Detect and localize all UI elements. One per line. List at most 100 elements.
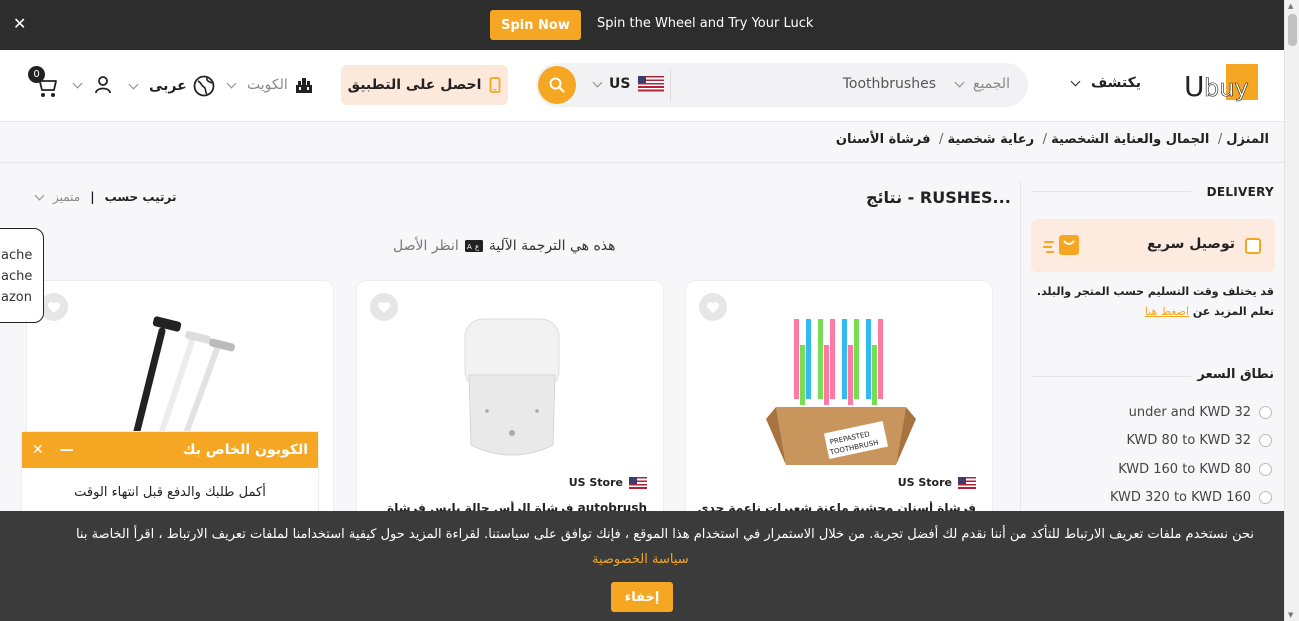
chevron-down-icon [226, 78, 237, 88]
side-popup-line: azon [1, 290, 32, 305]
scrollbar-thumb[interactable] [1288, 14, 1297, 46]
coupon-title: الكوبون الخاص بك [182, 442, 308, 458]
price-radio[interactable] [1259, 434, 1272, 447]
fast-delivery-icon [1043, 235, 1079, 255]
cookie-text: نحن نستخدم ملفات تعريف الارتباط للتأكد م… [75, 527, 1254, 542]
us-flag-icon [629, 476, 647, 489]
breadcrumb-divider [0, 162, 1284, 163]
spin-text: Spin the Wheel and Try Your Luck [597, 16, 814, 31]
price-option[interactable]: KWD 320 to KWD 160 [1110, 490, 1272, 505]
cart-button[interactable]: 0 [28, 66, 60, 100]
price-option-label: KWD 80 to KWD 32 [1126, 433, 1251, 448]
search-category-selector[interactable]: الجميع [954, 76, 1010, 92]
ubuy-logo[interactable]: U buy [1182, 64, 1258, 108]
close-icon[interactable]: ✕ [13, 14, 26, 33]
price-option-label: KWD 320 to KWD 160 [1109, 490, 1251, 505]
hide-cookie-button[interactable]: إخفاء [611, 582, 673, 612]
fast-delivery-checkbox[interactable] [1245, 238, 1261, 254]
explore-menu[interactable]: يكتشف [1070, 75, 1142, 91]
results-title: نتائج - RUSHES... [866, 188, 1011, 207]
wishlist-button[interactable] [370, 293, 398, 321]
product-card[interactable]: US Store autobrush فرشاة الرأس حالة يابس… [356, 280, 664, 540]
sort-separator: | [90, 190, 95, 204]
search-button[interactable] [538, 66, 576, 104]
price-radio[interactable] [1259, 406, 1272, 419]
scroll-down-icon[interactable]: ▼ [1288, 611, 1293, 619]
country-label: الكويت [247, 77, 288, 93]
cart-count-badge: 0 [28, 66, 45, 83]
account-menu[interactable] [72, 75, 113, 95]
wishlist-button[interactable] [40, 293, 68, 321]
chevron-down-icon [72, 78, 83, 88]
page-scrollbar[interactable]: ▲ ▼ [1284, 0, 1299, 621]
user-icon [95, 76, 111, 94]
learn-more-link[interactable]: اضغط هنا [1145, 305, 1189, 318]
search-divider [670, 69, 671, 101]
search-icon [549, 77, 565, 93]
fast-delivery-filter[interactable]: توصيل سريع [1031, 219, 1275, 272]
chevron-down-icon [1070, 76, 1081, 86]
promo-bar: ✕ Spin Now Spin the Wheel and Try Your L… [0, 0, 1284, 50]
us-flag-icon [958, 476, 976, 489]
minimize-icon[interactable]: — [60, 442, 74, 458]
phone-icon [490, 77, 501, 93]
price-option[interactable]: KWD 80 to KWD 32 [1126, 433, 1272, 448]
coupon-body: أكمل طلبك والدفع قبل انتهاء الوقت [74, 485, 266, 500]
heart-icon [377, 301, 391, 313]
close-icon[interactable]: ✕ [32, 442, 44, 458]
breadcrumb-beauty[interactable]: الجمال والعناية الشخصية [1051, 132, 1209, 147]
coupon-header: ✕ — الكوبون الخاص بك [22, 432, 318, 468]
svg-text:buy: buy [1204, 74, 1249, 102]
wishlist-button[interactable] [699, 293, 727, 321]
language-selector[interactable]: عربى [128, 75, 215, 97]
side-popup[interactable]: ache ache azon [0, 228, 44, 323]
us-flag-icon [638, 76, 665, 92]
store-country-label: US [609, 76, 631, 92]
price-option[interactable]: under and KWD 32 [1129, 405, 1272, 420]
kuwait-tower-icon [295, 78, 312, 93]
price-divider [1031, 376, 1191, 377]
store-badge: US Store [898, 476, 976, 489]
svg-text:A: A [467, 243, 472, 251]
price-option[interactable]: KWD 160 to KWD 80 [1118, 462, 1272, 477]
country-selector[interactable]: الكويت [226, 75, 314, 95]
price-radio[interactable] [1259, 491, 1272, 504]
delivery-note: قد يختلف وقت التسليم حسب المتجر والبلد. … [1034, 282, 1274, 322]
price-option-label: KWD 160 to KWD 80 [1118, 462, 1251, 477]
get-app-button[interactable]: احصل على التطبيق [341, 65, 508, 105]
price-radio[interactable] [1259, 463, 1272, 476]
store-label: US Store [568, 476, 623, 489]
delivery-heading: DELIVERY [1206, 185, 1274, 199]
price-option-label: under and KWD 32 [1128, 405, 1251, 420]
product-image: PREPASTED TOOTHBRUSH [766, 319, 916, 465]
heart-icon [47, 301, 61, 313]
explore-label: يكتشف [1091, 75, 1142, 91]
breadcrumb-personal-care[interactable]: رعاية شخصية [947, 132, 1034, 147]
breadcrumb: المنزل/ الجمال والعناية الشخصية/ رعاية ش… [835, 132, 1269, 147]
store-country-selector[interactable]: US [592, 76, 665, 92]
privacy-policy-link[interactable]: سياسة الخصوصية [592, 552, 689, 567]
breadcrumb-home[interactable]: المنزل [1226, 132, 1269, 147]
fast-delivery-label: توصيل سريع [1147, 236, 1235, 252]
sort-label: ترتيب حسب [104, 190, 177, 204]
globe-icon [193, 75, 215, 97]
chevron-down-icon [34, 190, 45, 200]
search-input[interactable]: Toothbrushes [716, 76, 936, 92]
site-header: 0 عربى الكويت احصل على التطبيق US Toothb… [0, 50, 1284, 122]
translation-note: هذه هي الترجمة الآلية [488, 238, 616, 254]
chevron-down-icon [592, 77, 603, 87]
side-popup-line: ache [1, 269, 33, 284]
scroll-up-icon[interactable]: ▲ [1288, 2, 1293, 10]
store-badge: US Store [569, 476, 647, 489]
chevron-down-icon [128, 79, 139, 89]
heart-icon [706, 301, 720, 313]
heading-divider [1031, 191, 1191, 192]
product-card[interactable]: PREPASTED TOOTHBRUSH US Store فرشاة أسنا… [685, 280, 993, 540]
side-popup-line: ache [1, 248, 33, 263]
sort-selector[interactable]: متميز | ترتيب حسب [34, 190, 177, 204]
spin-now-button[interactable]: Spin Now [490, 10, 581, 40]
sort-value: متميز [53, 190, 81, 204]
cookie-banner: نحن نستخدم ملفات تعريف الارتباط للتأكد م… [0, 511, 1284, 621]
breadcrumb-toothbrush: فرشاة الأسنان [835, 132, 931, 147]
see-original-link[interactable]: انظر الأصل [393, 238, 459, 254]
